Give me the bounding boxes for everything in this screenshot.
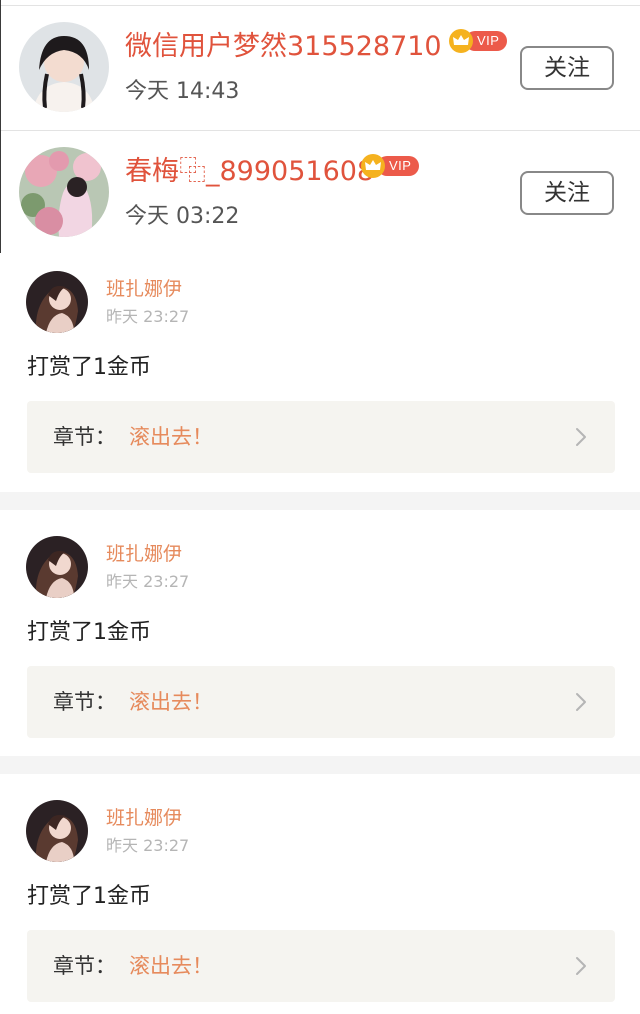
reward-card: 班扎娜伊 昨天 23:27 打赏了1金币 章节： 滚出去！ <box>0 518 640 764</box>
follower-username[interactable]: 春梅⿻_899051608 <box>125 155 374 189</box>
reward-time: 昨天 23:27 <box>106 572 190 591</box>
chapter-link[interactable]: 章节： 滚出去！ <box>27 401 615 473</box>
chapter-label: 章节： <box>53 954 116 978</box>
follow-row[interactable]: 春梅⿻_899051608 VIP 今天 03:22 关注 <box>1 131 640 255</box>
reward-time: 昨天 23:27 <box>106 836 190 855</box>
avatar[interactable] <box>26 271 88 333</box>
avatar[interactable] <box>19 147 109 237</box>
reward-text: 打赏了1金币 <box>27 620 151 645</box>
reward-time: 昨天 23:27 <box>106 307 190 326</box>
follow-time: 今天 03:22 <box>125 204 240 229</box>
avatar[interactable] <box>26 800 88 862</box>
reward-text: 打赏了1金币 <box>27 884 151 909</box>
chapter-title: 滚出去！ <box>129 690 213 714</box>
chevron-right-icon <box>576 957 586 975</box>
chapter-title: 滚出去！ <box>129 954 213 978</box>
follow-button[interactable]: 关注 <box>520 171 614 215</box>
follow-list: 微信用户梦然315528710 VIP 今天 14:43 关注 春梅⿻_8990… <box>0 0 640 253</box>
section-separator <box>0 492 640 510</box>
reward-username[interactable]: 班扎娜伊 <box>106 277 182 301</box>
follow-button[interactable]: 关注 <box>520 46 614 90</box>
chapter-label: 章节： <box>53 690 116 714</box>
avatar[interactable] <box>26 536 88 598</box>
follower-username[interactable]: 微信用户梦然315528710 <box>125 30 442 64</box>
reward-text: 打赏了1金币 <box>27 355 151 380</box>
vip-badge: VIP <box>449 29 508 53</box>
chevron-right-icon <box>576 693 586 711</box>
vip-badge: VIP <box>361 154 420 178</box>
chapter-link[interactable]: 章节： 滚出去！ <box>27 930 615 1002</box>
reward-username[interactable]: 班扎娜伊 <box>106 806 182 830</box>
reward-card: 班扎娜伊 昨天 23:27 打赏了1金币 章节： 滚出去！ <box>0 253 640 499</box>
section-separator <box>0 756 640 774</box>
reward-card: 班扎娜伊 昨天 23:27 打赏了1金币 章节： 滚出去！ <box>0 782 640 1014</box>
crown-icon <box>449 29 473 53</box>
follow-time: 今天 14:43 <box>125 79 240 104</box>
avatar[interactable] <box>19 22 109 112</box>
follow-row[interactable]: 微信用户梦然315528710 VIP 今天 14:43 关注 <box>1 6 640 130</box>
chapter-link[interactable]: 章节： 滚出去！ <box>27 666 615 738</box>
reward-username[interactable]: 班扎娜伊 <box>106 542 182 566</box>
page: 微信用户梦然315528710 VIP 今天 14:43 关注 春梅⿻_8990… <box>0 0 640 1014</box>
crown-icon <box>361 154 385 178</box>
chapter-label: 章节： <box>53 425 116 449</box>
chapter-title: 滚出去！ <box>129 425 213 449</box>
chevron-right-icon <box>576 428 586 446</box>
